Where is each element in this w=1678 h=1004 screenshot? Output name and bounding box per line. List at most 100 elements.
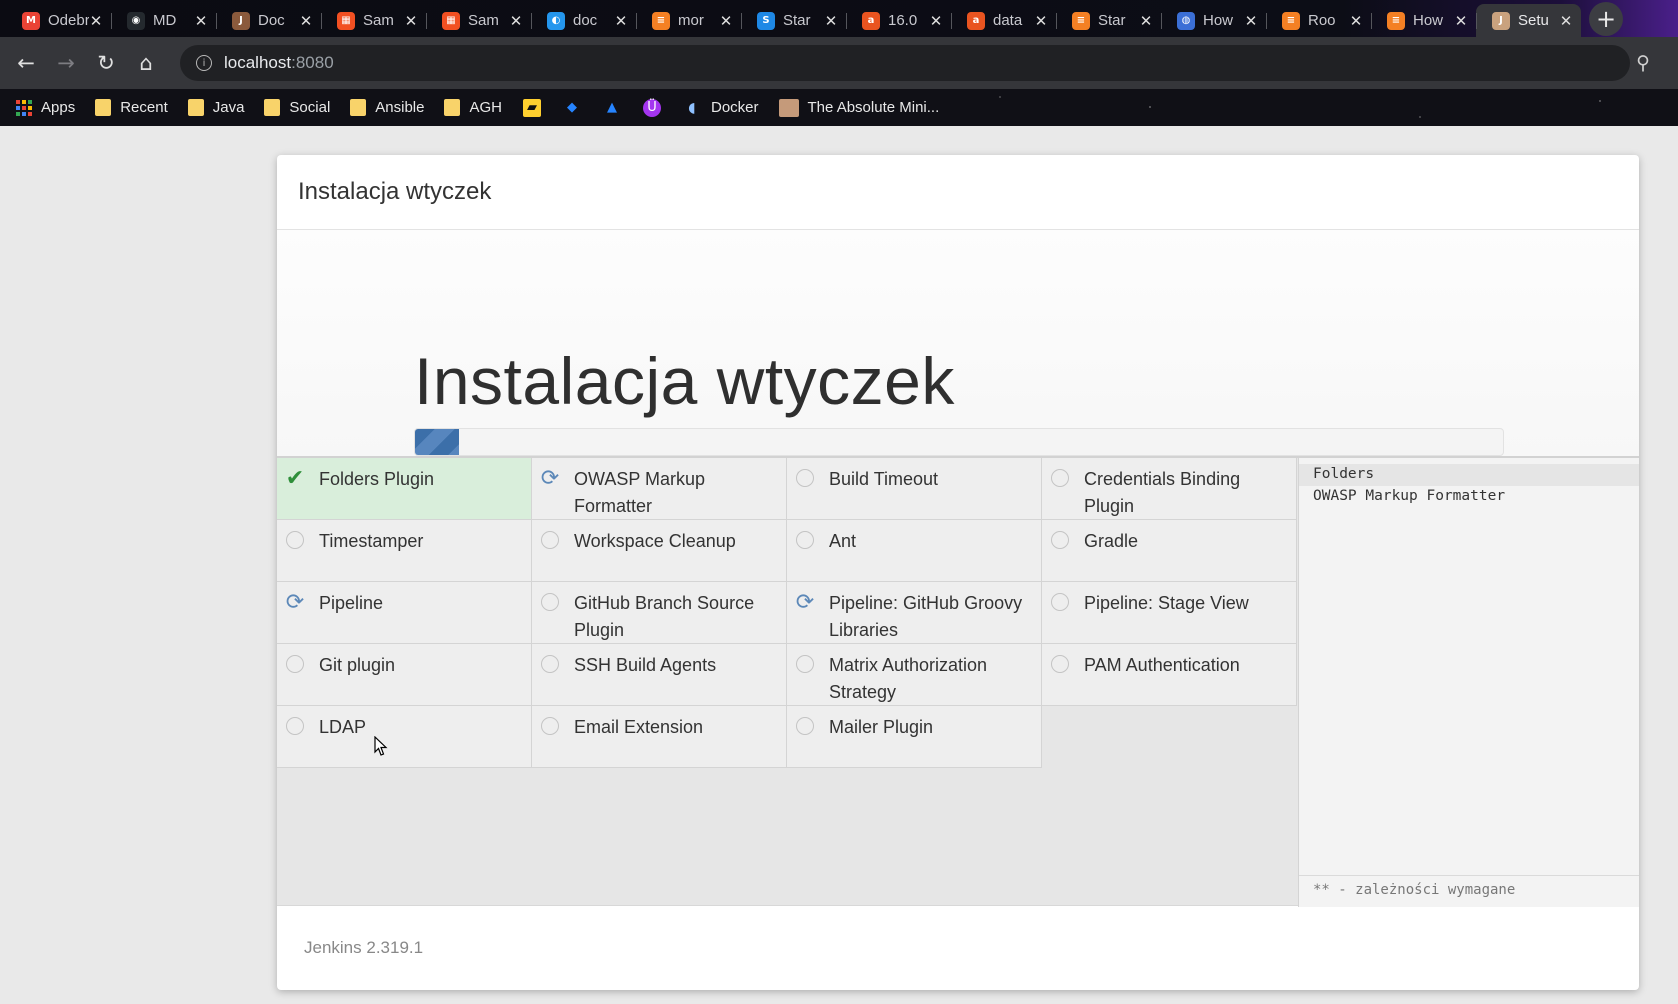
plugin-item: SSH Build Agents: [532, 644, 787, 706]
install-log: Folders OWASP Markup Formatter: [1299, 458, 1639, 508]
bookmark-miro[interactable]: ▰: [522, 98, 542, 118]
home-button[interactable]: ⌂: [126, 51, 166, 75]
bookmark-social[interactable]: Social: [264, 99, 330, 116]
browser-tab[interactable]: ≡ mor ✕: [636, 4, 741, 37]
browser-tab[interactable]: ◍ How ✕: [1161, 4, 1266, 37]
tab-close-icon[interactable]: ✕: [929, 12, 943, 30]
tab-close-icon[interactable]: ✕: [614, 12, 628, 30]
browser-tab[interactable]: ▦ Sam ✕: [426, 4, 531, 37]
tab-title: Setu: [1518, 12, 1549, 29]
browser-tab[interactable]: S Star ✕: [741, 4, 846, 37]
plugin-name: GitHub Branch Source Plugin: [574, 593, 755, 640]
tab-close-icon[interactable]: ✕: [1454, 12, 1468, 30]
reload-button[interactable]: ↻: [86, 51, 126, 75]
new-tab-button[interactable]: +: [1589, 2, 1623, 36]
tab-close-icon[interactable]: ✕: [719, 12, 733, 30]
tab-title: MD: [153, 12, 177, 29]
plugin-name: LDAP: [319, 717, 367, 737]
tab-close-icon[interactable]: ✕: [1559, 12, 1573, 30]
plugin-name: Mailer Plugin: [829, 717, 934, 737]
docker-whale-icon: ◖: [688, 99, 696, 116]
bookmark-ansible[interactable]: Ansible: [350, 99, 424, 116]
bookmark-java[interactable]: Java: [187, 99, 245, 116]
plugin-name: Pipeline: GitHub Groovy Libraries: [829, 593, 1023, 640]
plugin-name: Git plugin: [319, 655, 396, 675]
pending-circle-icon: [541, 593, 559, 611]
bookmark-label: Apps: [41, 99, 76, 116]
browser-tab[interactable]: ≡ How ✕: [1371, 4, 1476, 37]
plugin-name: Folders Plugin: [319, 469, 435, 489]
tab-close-icon[interactable]: ✕: [1034, 12, 1048, 30]
zoom-icon[interactable]: ⚲: [1636, 52, 1650, 74]
plugin-name: PAM Authentication: [1084, 655, 1240, 675]
browser-tab[interactable]: ≡ Roo ✕: [1266, 4, 1371, 37]
browser-tab[interactable]: a data ✕: [951, 4, 1056, 37]
bookmark-jira[interactable]: ◆: [562, 98, 582, 118]
plugin-item: ✔ Folders Plugin: [277, 458, 532, 520]
pending-circle-icon: [286, 655, 304, 673]
log-line: OWASP Markup Formatter: [1313, 488, 1506, 504]
site-info-icon[interactable]: i: [196, 55, 212, 71]
pending-circle-icon: [1051, 469, 1069, 487]
tab-close-icon[interactable]: ✕: [299, 12, 313, 30]
portrait-icon: [778, 98, 799, 117]
udemy-icon: Ü: [643, 98, 661, 117]
pending-circle-icon: [796, 469, 814, 487]
browser-tab[interactable]: a 16.0 ✕: [846, 4, 951, 37]
docker-icon: ◐: [547, 11, 565, 30]
tab-title: mor: [678, 12, 704, 29]
url-text[interactable]: localhost:8080: [224, 53, 334, 73]
tab-title: How: [1413, 12, 1444, 29]
tab-close-icon[interactable]: ✕: [824, 12, 838, 30]
browser-tab[interactable]: ◉ MD ✕: [111, 4, 216, 37]
progress-fill: [415, 429, 459, 455]
bookmark-tail-1[interactable]: The Absolute Mini...: [778, 98, 939, 117]
plugin-name: Build Timeout: [829, 469, 939, 489]
plugin-item: GitHub Branch Source Plugin: [532, 582, 787, 644]
pending-circle-icon: [796, 655, 814, 673]
url-host: localhost: [224, 53, 292, 72]
plugin-item: ⟳ OWASP Markup Formatter: [532, 458, 787, 520]
browser-tab[interactable]: ◐ doc ✕: [531, 4, 636, 37]
browser-tab[interactable]: ▦ Sam ✕: [321, 4, 426, 37]
plugin-name: Credentials Binding Plugin: [1084, 469, 1241, 516]
bookmark-recent[interactable]: Recent: [95, 99, 168, 116]
plugin-name: Timestamper: [319, 531, 424, 551]
browser-tab[interactable]: J Setu ✕: [1476, 4, 1581, 37]
stackoverflow-icon: ≡: [1282, 11, 1300, 30]
bookmark-udemy[interactable]: Ü: [642, 98, 662, 118]
browser-tab[interactable]: J Doc ✕: [216, 4, 321, 37]
address-bar[interactable]: i localhost:8080: [180, 45, 1630, 81]
pending-circle-icon: [541, 655, 559, 673]
browser-tab[interactable]: ≡ Star ✕: [1056, 4, 1161, 37]
browser-tab[interactable]: M Odebrane✕: [6, 4, 111, 37]
bookmark-apps[interactable]: Apps: [16, 99, 75, 116]
atlassian-icon: ▲: [607, 100, 617, 115]
tab-close-icon[interactable]: ✕: [89, 12, 103, 30]
forward-button[interactable]: →: [46, 51, 86, 75]
bookmark-tail-0[interactable]: ◖ Docker: [682, 99, 758, 117]
plugin-item: Gradle: [1042, 520, 1297, 582]
tab-strip: MOdebrane✕◉MD✕JDoc✕▦Sam✕▦Sam✕◐doc✕≡mor✕S…: [0, 0, 1678, 37]
tab-close-icon[interactable]: ✕: [1139, 12, 1153, 30]
tab-close-icon[interactable]: ✕: [194, 12, 208, 30]
pending-circle-icon: [286, 531, 304, 549]
bookmark-atlassian[interactable]: ▲: [602, 98, 622, 118]
folder-icon: [444, 99, 461, 116]
tab-close-icon[interactable]: ✕: [1244, 12, 1258, 30]
bookmark-label: Recent: [120, 99, 168, 116]
plugin-grid: ✔ Folders Plugin ⟳ OWASP Markup Formatter Bu…: [277, 458, 1298, 768]
tab-close-icon[interactable]: ✕: [509, 12, 523, 30]
plugin-item: ⟳ Pipeline: [277, 582, 532, 644]
jenkins-version: Jenkins 2.319.1: [304, 938, 424, 957]
pending-circle-icon: [796, 717, 814, 735]
tab-close-icon[interactable]: ✕: [404, 12, 418, 30]
check-icon: ✔: [285, 465, 305, 491]
dialog-header: Instalacja wtyczek: [277, 155, 1639, 230]
askubuntu-icon: a: [967, 11, 985, 30]
bookmark-label: Java: [212, 99, 245, 116]
bookmark-agh[interactable]: AGH: [444, 99, 502, 116]
tab-close-icon[interactable]: ✕: [1349, 12, 1363, 30]
back-button[interactable]: ←: [6, 51, 46, 75]
tab-title: Star: [1098, 12, 1126, 29]
